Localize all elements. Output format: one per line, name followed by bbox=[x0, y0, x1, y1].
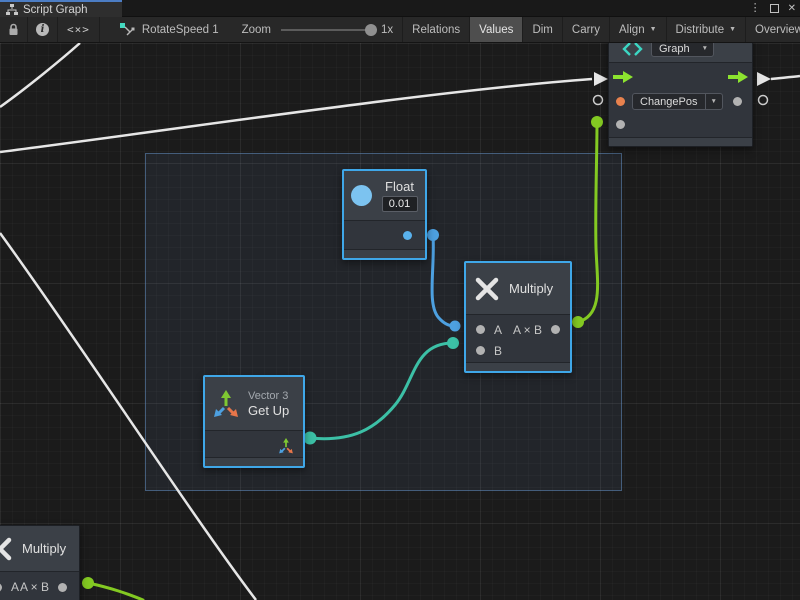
info-button[interactable]: i bbox=[28, 17, 58, 42]
port-value-out[interactable] bbox=[733, 97, 742, 106]
wire-cap bbox=[427, 229, 439, 241]
zoom-slider[interactable] bbox=[281, 29, 373, 31]
getup-title: Get Up bbox=[248, 403, 289, 418]
wire-cap bbox=[572, 316, 584, 328]
zoom-label: Zoom bbox=[242, 24, 271, 36]
chevron-down-icon: ▼ bbox=[697, 45, 713, 52]
port-value-in2[interactable] bbox=[616, 120, 625, 129]
node-graph-changepos[interactable]: Graph ▼ ChangePos bbox=[608, 43, 753, 147]
wire-flow-offscreen-left[interactable] bbox=[0, 43, 80, 107]
float-title: Float bbox=[385, 179, 414, 194]
tab-title: Script Graph bbox=[23, 4, 88, 16]
port-b[interactable] bbox=[476, 346, 485, 355]
multiply-title: Multiply bbox=[509, 281, 553, 296]
port-value-in[interactable] bbox=[616, 97, 625, 106]
distribute-dropdown[interactable]: Distribute ▼ bbox=[667, 17, 747, 42]
maximize-icon[interactable] bbox=[770, 4, 779, 13]
flow-in-arrow-icon[interactable] bbox=[613, 71, 633, 83]
graph-name-label: RotateSpeed 1 bbox=[142, 24, 219, 36]
zoom-slider-handle[interactable] bbox=[365, 24, 377, 36]
port-a[interactable] bbox=[0, 583, 2, 592]
graph-breadcrumb[interactable]: RotateSpeed 1 bbox=[100, 17, 228, 42]
flow-arrowhead-right bbox=[757, 72, 771, 86]
port-out[interactable] bbox=[551, 325, 560, 334]
zoom-value: 1x bbox=[381, 24, 393, 36]
chevron-down-icon: ▼ bbox=[650, 26, 657, 33]
port-vector3-out[interactable] bbox=[278, 438, 294, 454]
vector3-icon bbox=[213, 390, 239, 418]
tab-script-graph[interactable]: Script Graph bbox=[0, 0, 122, 17]
float-value-field[interactable]: 0.01 bbox=[382, 196, 418, 212]
port-out-label: A × B bbox=[20, 580, 49, 594]
dim-label: Dim bbox=[532, 24, 552, 36]
relations-button[interactable]: Relations bbox=[403, 17, 470, 42]
node-float[interactable]: Float 0.01 bbox=[342, 169, 427, 260]
align-dropdown[interactable]: Align ▼ bbox=[610, 17, 667, 42]
relations-label: Relations bbox=[412, 24, 460, 36]
node-multiply-2[interactable]: Multiply A A × B bbox=[0, 525, 80, 600]
graph-dropdown-label: Graph bbox=[652, 43, 697, 55]
wire-cap bbox=[304, 432, 317, 445]
code-icon: <×> bbox=[67, 23, 90, 36]
lock-icon bbox=[8, 23, 19, 36]
distribute-label: Distribute bbox=[676, 24, 725, 36]
multiply-icon bbox=[0, 536, 13, 562]
node-vector3-getup[interactable]: Vector 3 Get Up bbox=[203, 375, 305, 468]
node-multiply[interactable]: Multiply A A × B B bbox=[464, 261, 572, 373]
lock-button[interactable] bbox=[0, 17, 28, 42]
graph-canvas[interactable]: Graph ▼ ChangePos bbox=[0, 43, 800, 600]
wire-multiply2-out[interactable] bbox=[88, 583, 143, 600]
changepos-dropdown[interactable]: ChangePos ▼ bbox=[632, 93, 723, 110]
port-out[interactable] bbox=[58, 583, 67, 592]
carry-label: Carry bbox=[572, 24, 600, 36]
info-icon: i bbox=[36, 23, 49, 36]
overview-label: Overview bbox=[755, 24, 800, 36]
multiply-icon bbox=[474, 276, 500, 302]
float-icon bbox=[351, 185, 372, 206]
code-chevrons-icon bbox=[622, 43, 643, 56]
wire-multiply-to-changepos[interactable] bbox=[578, 122, 598, 322]
wire-cap bbox=[447, 337, 459, 349]
port-a-label: A bbox=[494, 323, 502, 337]
values-button[interactable]: Values bbox=[470, 17, 523, 42]
chevron-down-icon: ▼ bbox=[729, 26, 736, 33]
wire-flow-into-graph-node[interactable] bbox=[0, 79, 592, 152]
tab-bar: Script Graph ⋮ ✕ bbox=[0, 0, 800, 17]
hierarchy-icon bbox=[6, 4, 18, 15]
graph-asset-icon bbox=[120, 23, 135, 36]
changepos-label: ChangePos bbox=[633, 96, 705, 108]
vector3-subtitle: Vector 3 bbox=[248, 390, 289, 402]
wire-cap bbox=[591, 116, 603, 128]
script-graph-window: Script Graph ⋮ ✕ i <×> RotateS bbox=[0, 0, 800, 600]
overview-button[interactable]: Overview bbox=[746, 17, 800, 42]
port-float-out[interactable] bbox=[403, 231, 412, 240]
port-a[interactable] bbox=[476, 325, 485, 334]
close-icon[interactable]: ✕ bbox=[788, 4, 796, 14]
hollow-port-left[interactable] bbox=[594, 96, 603, 105]
carry-button[interactable]: Carry bbox=[563, 17, 610, 42]
wire-getup-to-multiply-b[interactable] bbox=[310, 343, 453, 439]
graph-toolbar: i <×> RotateSpeed 1 Zoom 1x Relations Va… bbox=[0, 17, 800, 43]
code-view-button[interactable]: <×> bbox=[58, 17, 100, 42]
dim-button[interactable]: Dim bbox=[523, 17, 562, 42]
flow-arrowhead-left bbox=[594, 72, 608, 86]
menu-kebab-icon[interactable]: ⋮ bbox=[750, 3, 761, 14]
flow-out-arrow-icon[interactable] bbox=[728, 71, 748, 83]
port-a-label: A bbox=[11, 580, 19, 594]
multiply2-title: Multiply bbox=[22, 541, 66, 556]
graph-dropdown[interactable]: Graph ▼ bbox=[651, 43, 714, 57]
hollow-port-right[interactable] bbox=[759, 96, 768, 105]
port-out-label: A × B bbox=[513, 323, 542, 337]
wire-flow-out-right[interactable] bbox=[771, 76, 800, 79]
port-b-label: B bbox=[494, 344, 502, 358]
align-label: Align bbox=[619, 24, 645, 36]
wire-cap bbox=[82, 577, 94, 589]
wire-cap bbox=[450, 321, 461, 332]
wire-float-to-multiply-a[interactable] bbox=[432, 235, 455, 326]
zoom-control: Zoom 1x bbox=[228, 17, 404, 42]
values-label: Values bbox=[479, 24, 513, 36]
chevron-down-icon: ▼ bbox=[705, 94, 722, 109]
